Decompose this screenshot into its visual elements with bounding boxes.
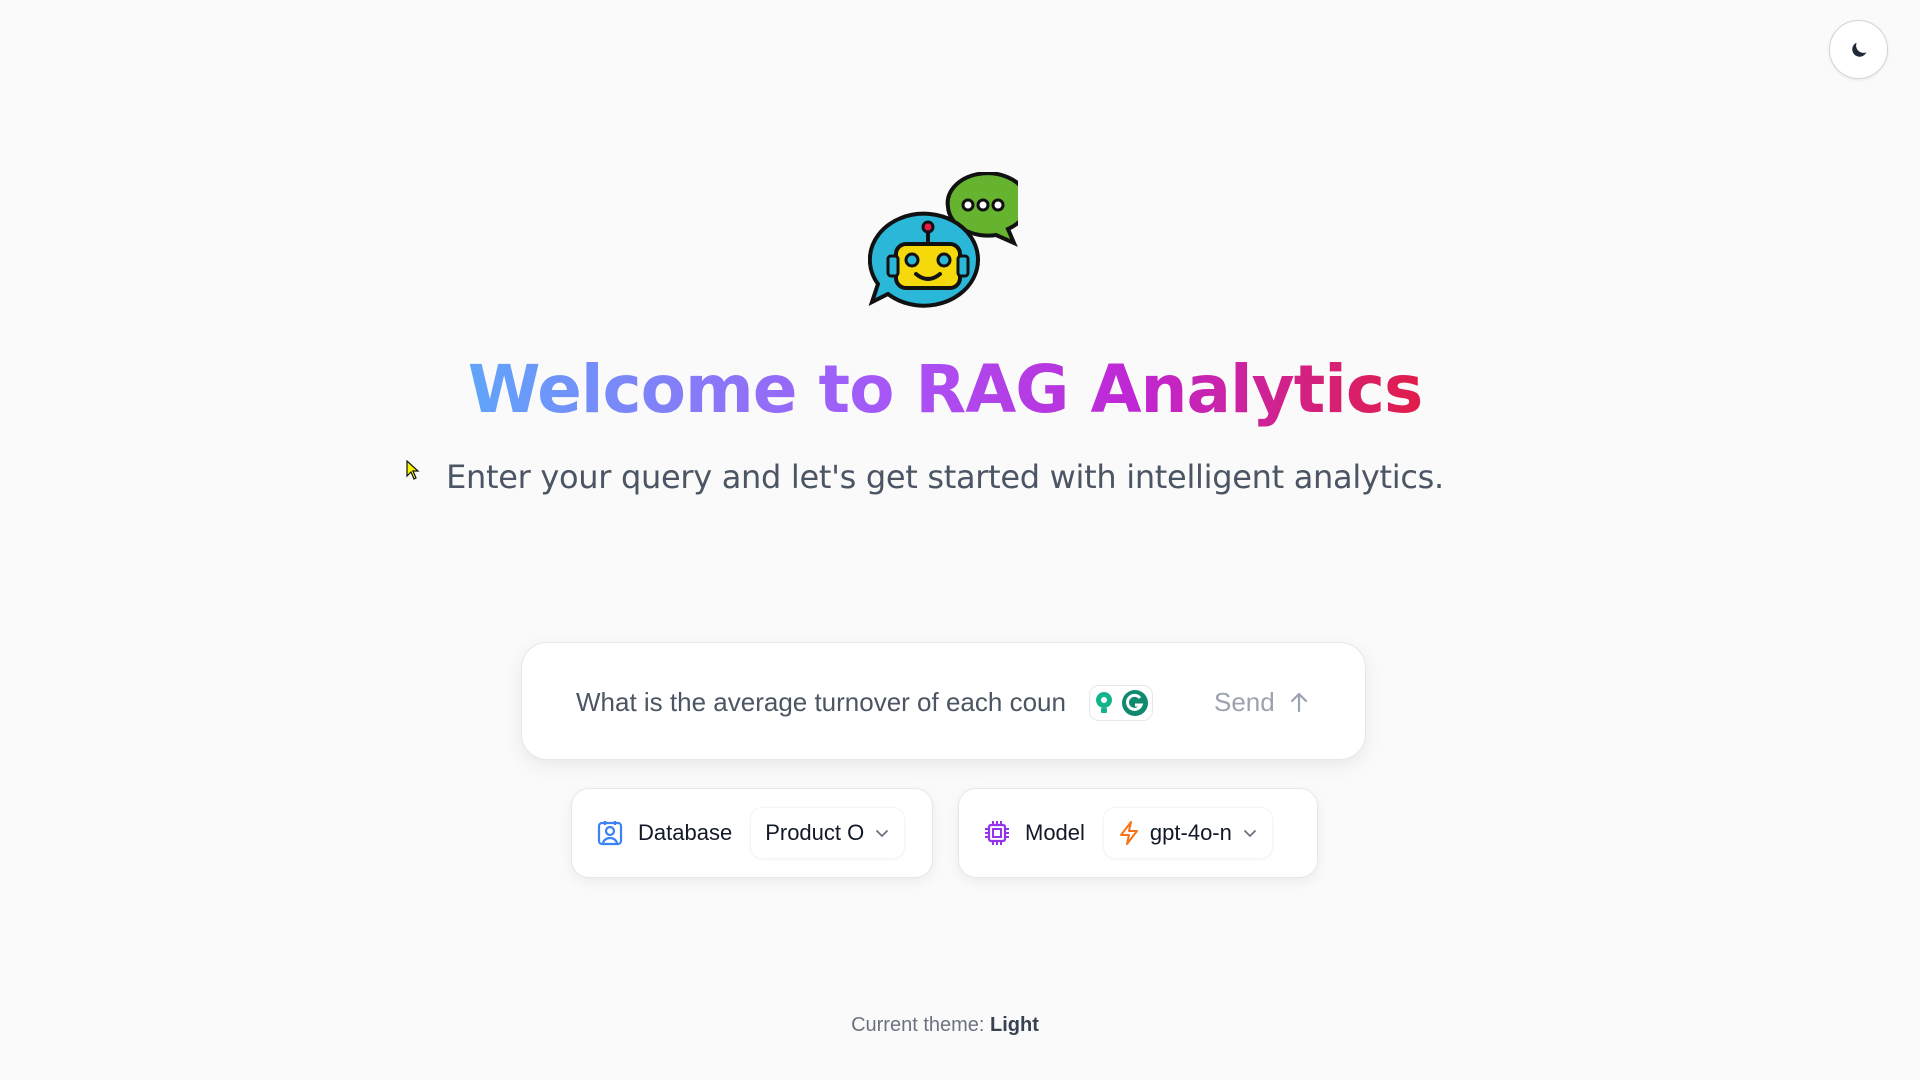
page-title-text: Welcome to RAG Analytics <box>467 351 1424 428</box>
grammarly-icon <box>1121 690 1148 716</box>
cpu-chip-icon <box>985 821 1009 845</box>
database-user-icon <box>597 821 623 846</box>
send-button-label: Send <box>1214 686 1275 717</box>
database-dropdown[interactable]: Product O <box>750 807 906 859</box>
database-label: Database <box>638 820 733 845</box>
theme-status-value: Light <box>990 1014 1039 1036</box>
arrow-up-icon <box>1290 692 1307 713</box>
model-selected-value: gpt-4o-n <box>1149 820 1232 845</box>
grammarly-widget[interactable] <box>1089 685 1153 721</box>
database-selected-value: Product O <box>765 820 865 845</box>
model-dropdown[interactable]: gpt-4o-n <box>1102 807 1273 859</box>
send-button[interactable]: Send <box>1202 679 1332 725</box>
page-subtitle: Enter your query and let's get started w… <box>446 458 1444 496</box>
theme-status: Current theme: Light <box>0 1014 1890 1037</box>
database-selector: Database Product O <box>571 788 933 878</box>
query-box: Send <box>521 642 1366 760</box>
moon-icon <box>1851 42 1866 57</box>
model-selector: Model gpt-4o-n <box>958 788 1318 878</box>
robot-chat-icon <box>868 172 1018 308</box>
page-title: Welcome to RAG Analytics <box>0 345 1890 435</box>
mouse-cursor-icon <box>406 460 420 480</box>
query-input[interactable] <box>574 681 1098 723</box>
theme-status-prefix: Current theme: <box>851 1014 985 1036</box>
lightning-icon <box>1119 821 1138 845</box>
chevron-down-icon <box>876 830 889 838</box>
model-label: Model <box>1025 820 1085 845</box>
page: Welcome to RAG Analytics Enter your quer… <box>0 0 1920 1080</box>
chevron-down-icon <box>1243 830 1256 838</box>
lightbulb-icon <box>1095 692 1112 713</box>
theme-toggle-button[interactable] <box>1829 20 1888 79</box>
